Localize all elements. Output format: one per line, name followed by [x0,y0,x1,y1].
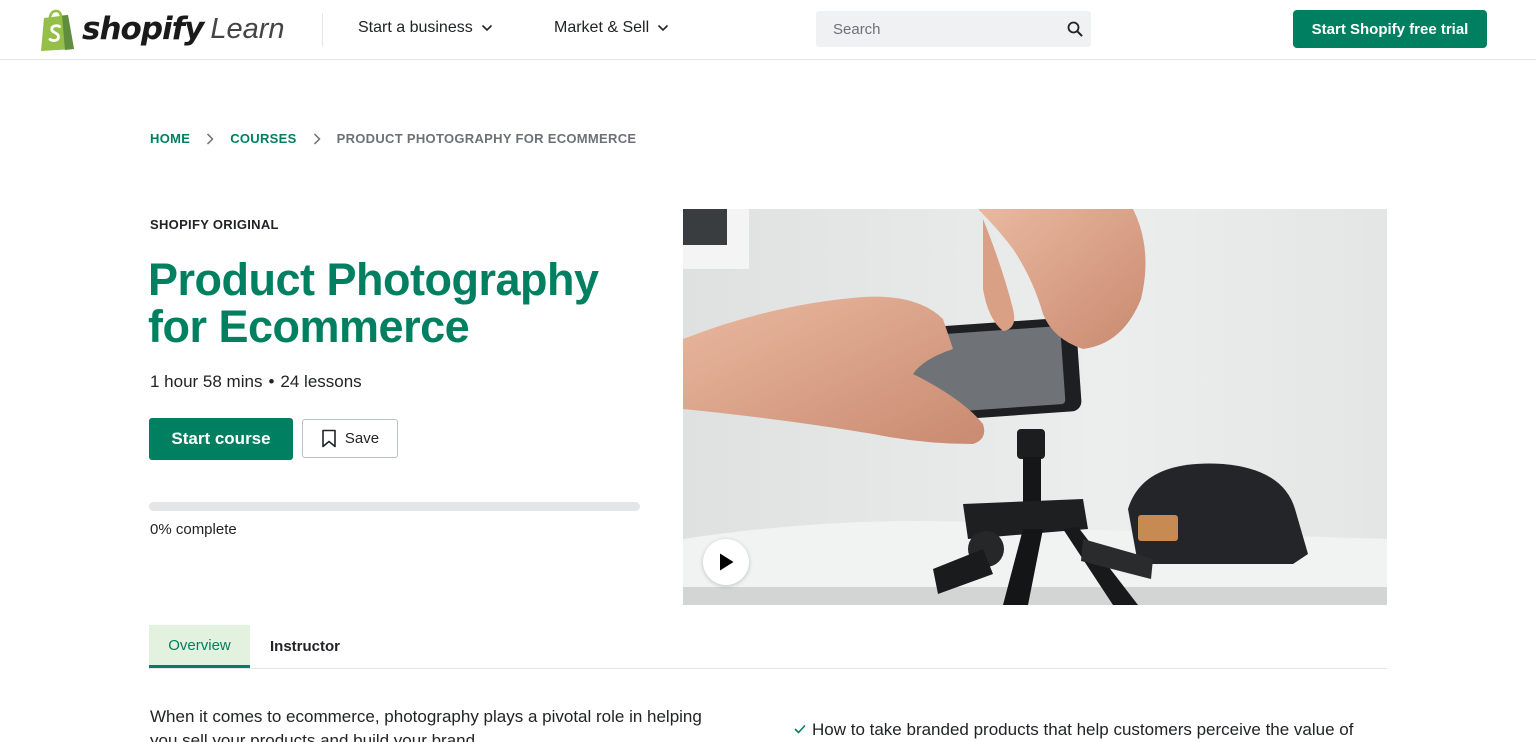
site-header: shopify Learn Start a business Market & … [0,0,1536,60]
overview-intro-text: When it comes to ecommerce, photography … [150,707,702,742]
chevron-down-icon [658,24,669,32]
course-progress-bar [149,502,640,511]
breadcrumb-courses[interactable]: COURSES [230,131,296,146]
meta-separator: • [268,372,275,391]
chevron-right-icon [313,132,321,145]
logo-learn-text: Learn [210,13,285,45]
nav-market-and-sell-label: Market & Sell [554,19,650,36]
course-meta: 1 hour 58 mins • 24 lessons [150,372,362,392]
chevron-right-icon [206,132,214,145]
page-title: Product Photography for Ecommerce [148,254,599,352]
start-free-trial-button[interactable]: Start Shopify free trial [1293,10,1487,48]
tab-overview[interactable]: Overview [149,625,250,668]
course-lesson-count: 24 lessons [280,372,362,391]
bookmark-icon [322,429,336,448]
nav-start-a-business-label: Start a business [358,19,473,36]
search-box [816,11,1091,47]
tab-instructor[interactable]: Instructor [250,625,360,667]
check-icon [794,724,806,734]
logo-wordmark: shopify [82,11,204,47]
breadcrumb-home[interactable]: HOME [150,131,190,146]
start-course-button[interactable]: Start course [149,418,293,460]
play-button[interactable] [703,539,749,585]
shopify-learn-logo[interactable]: shopify Learn [38,6,285,52]
shopify-bag-icon [41,9,74,51]
chevron-down-icon [481,24,492,32]
course-tabs: Overview Instructor [149,625,1387,669]
save-button-label: Save [344,430,380,447]
video-thumbnail-image [683,209,1387,605]
learning-outcome-text: How to take branded products that help c… [812,720,1354,739]
breadcrumb-current: PRODUCT PHOTOGRAPHY FOR ECOMMERCE [336,131,637,146]
header-divider [322,13,323,46]
search-icon[interactable] [1067,21,1083,37]
course-eyebrow: SHOPIFY ORIGINAL [150,217,279,232]
nav-market-and-sell[interactable]: Market & Sell [554,19,669,37]
breadcrumb: HOME COURSES PRODUCT PHOTOGRAPHY FOR ECO… [150,131,636,146]
course-progress-text: 0% complete [150,521,237,538]
course-video-player[interactable] [683,209,1387,605]
nav-start-a-business[interactable]: Start a business [358,19,493,37]
learning-outcome-item: How to take branded products that help c… [794,718,1394,742]
course-duration: 1 hour 58 mins [150,372,263,391]
play-icon [720,553,734,571]
search-input[interactable] [816,11,1056,47]
save-button[interactable]: Save [302,419,398,458]
